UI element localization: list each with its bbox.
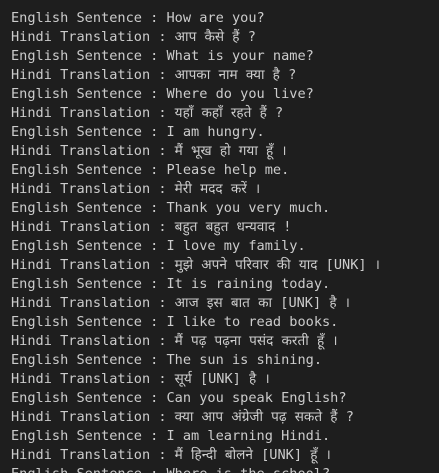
output-line: Hindi Translation : क्या आप अंग्रेजी पढ़… <box>11 409 354 425</box>
console-output: English Sentence : How are you? Hindi Tr… <box>0 0 439 473</box>
output-line: English Sentence : Can you speak English… <box>11 390 347 406</box>
output-line: Hindi Translation : मैं पढ़ पढ़ना पसंद क… <box>11 333 338 349</box>
output-line: English Sentence : I am learning Hindi. <box>11 428 331 444</box>
output-line: Hindi Translation : मैं हिन्दी बोलने [UN… <box>11 447 331 463</box>
output-line: English Sentence : Please help me. <box>11 162 290 178</box>
output-line: Hindi Translation : आप कैसे हैं ? <box>11 29 256 45</box>
output-line: English Sentence : I am hungry. <box>11 124 265 140</box>
output-line: English Sentence : It is raining today. <box>11 276 331 292</box>
output-line: Hindi Translation : आज इस बात का [UNK] ह… <box>11 295 350 311</box>
output-line: Hindi Translation : मैं भूख हो गया हूँ । <box>11 143 287 159</box>
output-line: English Sentence : I love my family. <box>11 238 306 254</box>
output-line: English Sentence : What is your name? <box>11 48 314 64</box>
output-line: Hindi Translation : मेरी मदद करें । <box>11 181 261 197</box>
output-line: Hindi Translation : आपका नाम क्या है ? <box>11 67 297 83</box>
output-line: English Sentence : How are you? <box>11 10 265 26</box>
output-line: English Sentence : The sun is shining. <box>11 352 322 368</box>
output-line: English Sentence : I like to read books. <box>11 314 339 330</box>
output-line: Hindi Translation : यहाँ कहाँ रहते हैं ? <box>11 105 284 121</box>
output-line: Hindi Translation : मुझे अपने परिवार की … <box>11 257 380 273</box>
output-line: Hindi Translation : सूर्य [UNK] है । <box>11 371 270 387</box>
output-line: English Sentence : Where is the school? <box>11 465 439 473</box>
output-line: Hindi Translation : बहुत बहुत धन्यवाद ! <box>11 219 292 235</box>
output-line: English Sentence : Thank you very much. <box>11 200 331 216</box>
output-line: English Sentence : Where do you live? <box>11 86 314 102</box>
